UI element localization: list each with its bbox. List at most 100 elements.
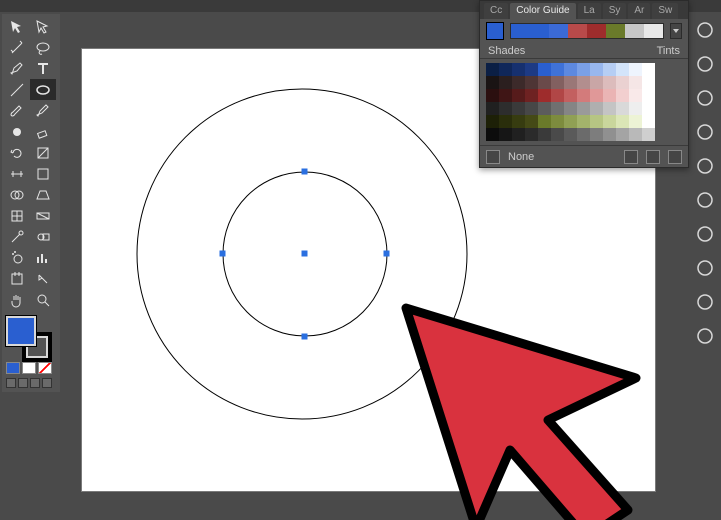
variation-swatch[interactable] (551, 76, 564, 89)
variation-swatch[interactable] (629, 115, 642, 128)
variation-swatch[interactable] (551, 102, 564, 115)
variation-swatch[interactable] (525, 128, 538, 141)
variation-swatch[interactable] (603, 63, 616, 76)
variation-swatch[interactable] (616, 63, 629, 76)
transparency-panel-icon[interactable] (693, 222, 717, 246)
eyedropper-tool[interactable] (4, 226, 30, 247)
limit-colors-icon[interactable] (486, 150, 500, 164)
variation-swatch[interactable] (616, 89, 629, 102)
variation-swatch[interactable] (499, 89, 512, 102)
layers-panel-icon[interactable] (693, 324, 717, 348)
variation-swatch[interactable] (538, 128, 551, 141)
harmony-swatch[interactable] (568, 24, 587, 38)
color-panel-icon[interactable] (693, 18, 717, 42)
panel-menu-icon[interactable] (668, 150, 682, 164)
rotate-tool[interactable] (4, 142, 30, 163)
variation-swatch[interactable] (538, 63, 551, 76)
variation-swatch[interactable] (642, 63, 655, 76)
harmony-swatch[interactable] (587, 24, 606, 38)
artboard-tool[interactable] (4, 268, 30, 289)
screen-mode-toggle[interactable] (6, 378, 16, 388)
variation-swatch[interactable] (629, 89, 642, 102)
screen-mode-toggle[interactable] (42, 378, 52, 388)
variation-swatch[interactable] (642, 76, 655, 89)
width-tool[interactable] (4, 163, 30, 184)
variation-swatch[interactable] (499, 128, 512, 141)
panel-tab-ar[interactable]: Ar (628, 3, 650, 19)
variation-swatch[interactable] (642, 102, 655, 115)
variation-swatch[interactable] (564, 115, 577, 128)
direct-selection-tool[interactable] (30, 16, 56, 37)
harmony-strip[interactable] (510, 23, 664, 39)
variation-swatch[interactable] (590, 102, 603, 115)
edit-colors-icon[interactable] (624, 150, 638, 164)
variation-swatch[interactable] (590, 63, 603, 76)
scale-tool[interactable] (30, 142, 56, 163)
fill-stroke-indicator[interactable] (4, 314, 58, 360)
variation-swatch[interactable] (512, 63, 525, 76)
panel-tab-sw[interactable]: Sw (652, 3, 678, 19)
variation-swatch[interactable] (551, 63, 564, 76)
panel-tab-cc[interactable]: Cc (484, 3, 508, 19)
brushes-panel-icon[interactable] (693, 86, 717, 110)
variation-swatch[interactable] (616, 76, 629, 89)
variation-swatch[interactable] (551, 115, 564, 128)
save-group-icon[interactable] (646, 150, 660, 164)
variation-swatch[interactable] (577, 102, 590, 115)
variation-swatch[interactable] (525, 102, 538, 115)
variation-swatch[interactable] (603, 102, 616, 115)
variation-swatch[interactable] (486, 63, 499, 76)
color-mode-toggle[interactable] (38, 362, 52, 374)
variation-swatch[interactable] (642, 89, 655, 102)
screen-mode-toggle[interactable] (18, 378, 28, 388)
graphic-styles-panel-icon[interactable] (693, 290, 717, 314)
variation-swatch[interactable] (603, 115, 616, 128)
appearance-panel-icon[interactable] (693, 256, 717, 280)
variation-swatch[interactable] (564, 76, 577, 89)
panel-tab-color-guide[interactable]: Color Guide (510, 3, 575, 19)
pencil-tool[interactable] (30, 100, 56, 121)
variation-swatch[interactable] (486, 102, 499, 115)
variation-swatch[interactable] (538, 76, 551, 89)
variation-swatch[interactable] (499, 102, 512, 115)
variation-swatch[interactable] (590, 76, 603, 89)
variation-swatch[interactable] (590, 89, 603, 102)
variation-swatch[interactable] (564, 63, 577, 76)
variation-swatch[interactable] (551, 89, 564, 102)
mesh-tool[interactable] (4, 205, 30, 226)
harmony-swatch[interactable] (625, 24, 644, 38)
variation-swatch[interactable] (603, 89, 616, 102)
variation-swatch[interactable] (512, 102, 525, 115)
gradient-panel-icon[interactable] (693, 188, 717, 212)
variation-swatch[interactable] (525, 63, 538, 76)
pen-tool[interactable] (4, 58, 30, 79)
variation-swatch[interactable] (512, 128, 525, 141)
variation-swatch[interactable] (486, 115, 499, 128)
variation-swatch[interactable] (616, 128, 629, 141)
harmony-swatch[interactable] (644, 24, 663, 38)
variation-swatch[interactable] (577, 128, 590, 141)
blend-tool[interactable] (30, 226, 56, 247)
slice-tool[interactable] (30, 268, 56, 289)
color-mode-toggle[interactable] (22, 362, 36, 374)
variation-swatch[interactable] (590, 128, 603, 141)
variation-swatch[interactable] (564, 89, 577, 102)
variation-swatch[interactable] (538, 102, 551, 115)
blob-brush-tool[interactable] (4, 121, 30, 142)
symbol-sprayer-tool[interactable] (4, 247, 30, 268)
gradient-tool[interactable] (30, 205, 56, 226)
free-transform-tool[interactable] (30, 163, 56, 184)
stroke-panel-icon[interactable] (693, 154, 717, 178)
paintbrush-tool[interactable] (4, 100, 30, 121)
lasso-tool[interactable] (30, 37, 56, 58)
variation-swatch[interactable] (590, 115, 603, 128)
harmony-swatch[interactable] (511, 24, 530, 38)
variation-swatch[interactable] (525, 115, 538, 128)
perspective-grid-tool[interactable] (30, 184, 56, 205)
ellipse-tool[interactable] (30, 79, 56, 100)
harmony-rules-dropdown[interactable] (670, 23, 682, 39)
magic-wand-tool[interactable] (4, 37, 30, 58)
variation-swatch[interactable] (499, 76, 512, 89)
variation-swatch[interactable] (486, 89, 499, 102)
variation-swatch[interactable] (642, 128, 655, 141)
